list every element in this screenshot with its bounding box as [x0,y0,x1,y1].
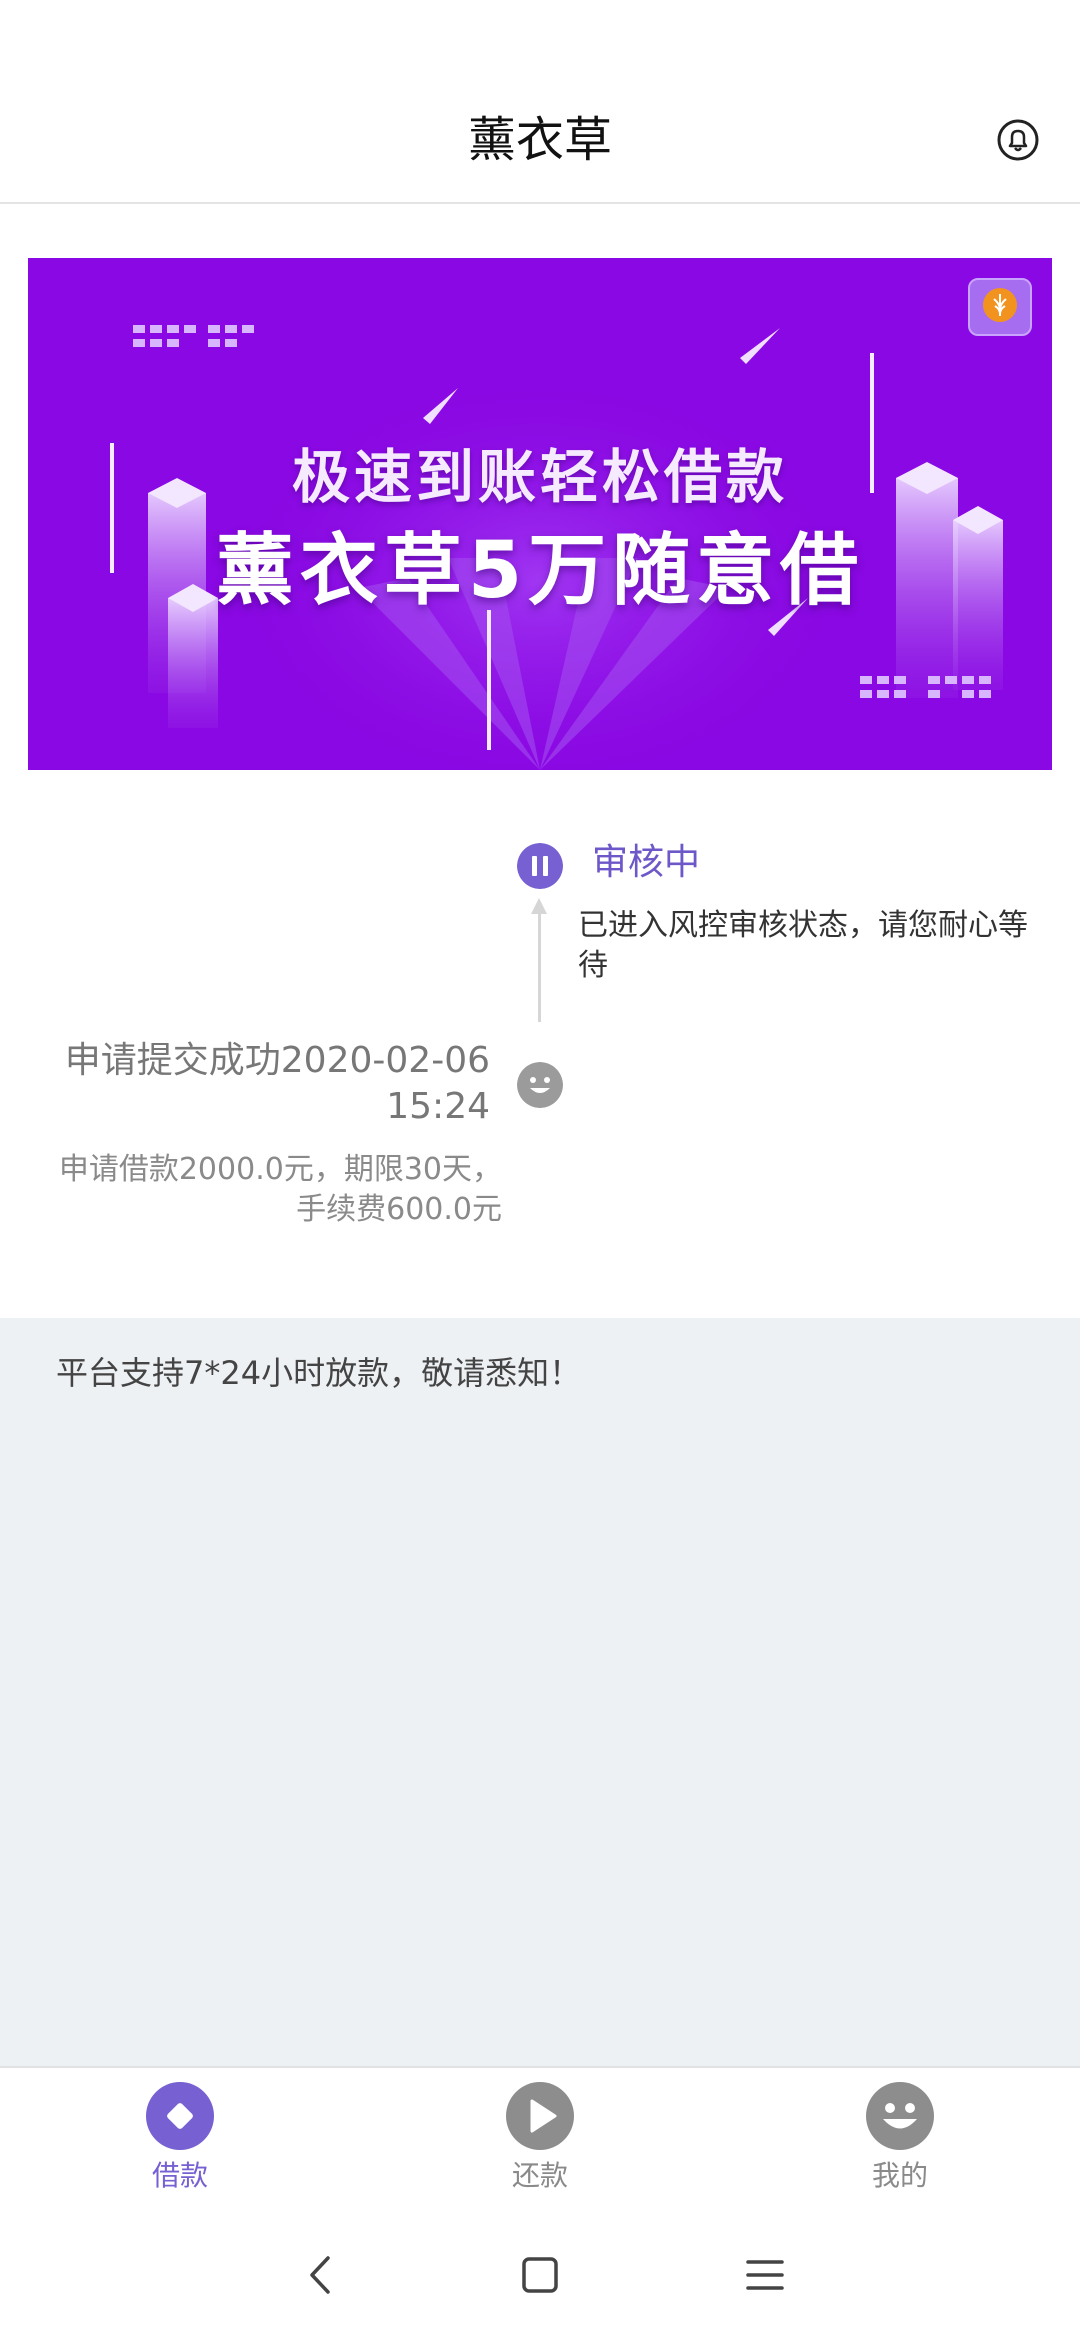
status-label: 审核中 [592,842,701,883]
app-header: 薰衣草 [0,0,1080,204]
status-description: 已进入风控审核状态，请您耐心等待 [578,908,1028,983]
back-icon[interactable] [296,2250,346,2300]
pause-icon [517,843,563,889]
submit-title: 申请提交成功2020-02-06 15:24 [64,1040,490,1127]
notice-section: 平台支持7*24小时放款，敬请悉知！ [0,1318,1080,2066]
smiley-icon [517,1062,563,1108]
brand-logo [968,278,1032,336]
loan-status-timeline: 审核中 已进入风控审核状态，请您耐心等待 申请提交成功2020-02-06 15… [0,800,1080,1318]
home-icon[interactable] [515,2250,565,2300]
banner-headline: 极速到账轻松借款 [291,443,788,511]
bell-icon[interactable] [996,118,1040,162]
tab-mine[interactable]: 我的 [800,2082,1000,2202]
notice-text: 平台支持7*24小时放款，敬请悉知！ [56,1354,582,1392]
page-title: 薰衣草 [467,112,612,168]
tab-label: 借款 [151,2159,208,2192]
tab-repay[interactable]: 还款 [440,2082,640,2202]
smiley-icon [866,2082,934,2150]
promo-banner[interactable]: 极速到账轻松借款 薰衣草5万随意借 [28,258,1052,770]
bottom-tab-bar: 借款 还款 我的 [0,2066,1080,2212]
menu-icon[interactable] [740,2250,790,2300]
play-icon [506,2082,574,2150]
system-nav-bar [0,2208,1080,2340]
submit-description: 申请借款2000.0元，期限30天，手续费600.0元 [58,1152,502,1227]
diamond-icon [146,2082,214,2150]
timeline-connector [538,912,541,1022]
tab-borrow[interactable]: 借款 [80,2082,280,2202]
tab-label: 还款 [511,2159,568,2192]
tab-label: 我的 [871,2159,928,2192]
banner-subheadline: 薰衣草5万随意借 [215,526,865,616]
